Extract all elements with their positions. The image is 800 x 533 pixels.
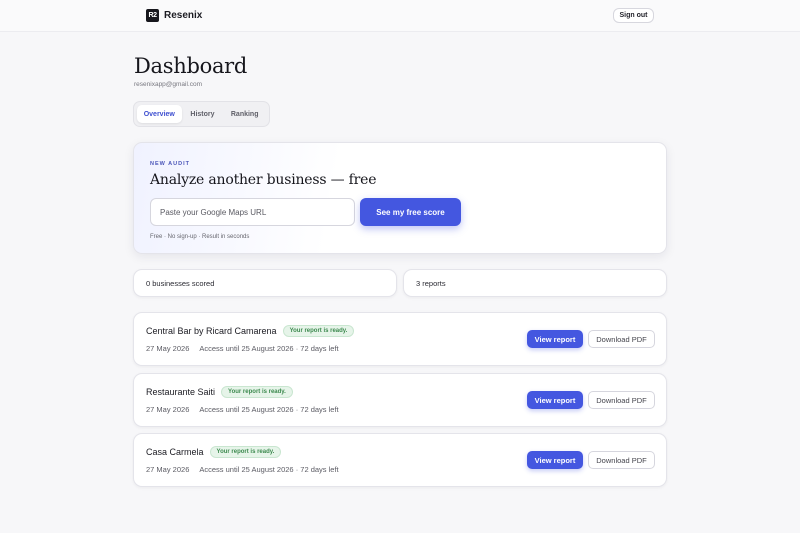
audit-eyebrow: NEW AUDIT xyxy=(150,161,190,167)
report-access: Access until 25 August 2026 · 72 days le… xyxy=(199,405,339,414)
report-card: Central Bar by Ricard Camarena Your repo… xyxy=(133,312,667,366)
report-business-name: Casa Carmela xyxy=(146,447,204,457)
report-date: 27 May 2026 xyxy=(146,405,190,414)
tab-bar: Overview History Ranking xyxy=(133,101,270,127)
report-business-name: Restaurante Saiti xyxy=(146,387,216,397)
tab-history[interactable]: History xyxy=(184,105,222,123)
stat-label: 0 businesses scored xyxy=(146,278,215,288)
stat-label: 3 reports xyxy=(416,278,446,288)
reports-count-stat: 3 reports xyxy=(403,269,667,297)
report-ready-badge: Your report is ready. xyxy=(209,446,282,458)
sign-out-button[interactable]: Sign out xyxy=(613,8,654,23)
view-report-button[interactable]: View report xyxy=(527,330,583,348)
user-email: resenixapp@gmail.com xyxy=(134,81,203,88)
view-report-button[interactable]: View report xyxy=(527,391,583,409)
view-report-button[interactable]: View report xyxy=(527,451,583,469)
tab-ranking[interactable]: Ranking xyxy=(223,105,266,123)
maps-url-input[interactable] xyxy=(150,198,355,226)
report-ready-badge: Your report is ready. xyxy=(282,325,355,337)
report-access: Access until 25 August 2026 · 72 days le… xyxy=(199,344,339,353)
logo-icon: R2 xyxy=(146,9,159,22)
report-card: Restaurante Saiti Your report is ready. … xyxy=(133,373,667,427)
tab-overview[interactable]: Overview xyxy=(137,105,182,123)
page-title: Dashboard xyxy=(134,54,248,78)
brand[interactable]: R2 Resenix xyxy=(146,9,202,22)
report-card: Casa Carmela Your report is ready. 27 Ma… xyxy=(133,433,667,487)
see-free-score-button[interactable]: See my free score xyxy=(360,198,461,226)
audit-heading: Analyze another business — free xyxy=(150,172,377,188)
report-ready-badge: Your report is ready. xyxy=(221,386,293,398)
top-bar: R2 Resenix Sign out xyxy=(0,0,800,32)
download-pdf-button[interactable]: Download PDF xyxy=(588,330,655,348)
report-access: Access until 25 August 2026 · 72 days le… xyxy=(199,465,339,474)
new-audit-card: NEW AUDIT Analyze another business — fre… xyxy=(133,142,667,254)
audit-note: Free · No sign-up · Result in seconds xyxy=(150,234,250,240)
report-date: 27 May 2026 xyxy=(146,465,190,474)
report-business-name: Central Bar by Ricard Camarena xyxy=(146,326,277,336)
brand-name: Resenix xyxy=(164,10,203,21)
businesses-scored-stat: 0 businesses scored xyxy=(133,269,397,297)
report-date: 27 May 2026 xyxy=(146,344,190,353)
download-pdf-button[interactable]: Download PDF xyxy=(588,391,655,409)
download-pdf-button[interactable]: Download PDF xyxy=(588,451,655,469)
